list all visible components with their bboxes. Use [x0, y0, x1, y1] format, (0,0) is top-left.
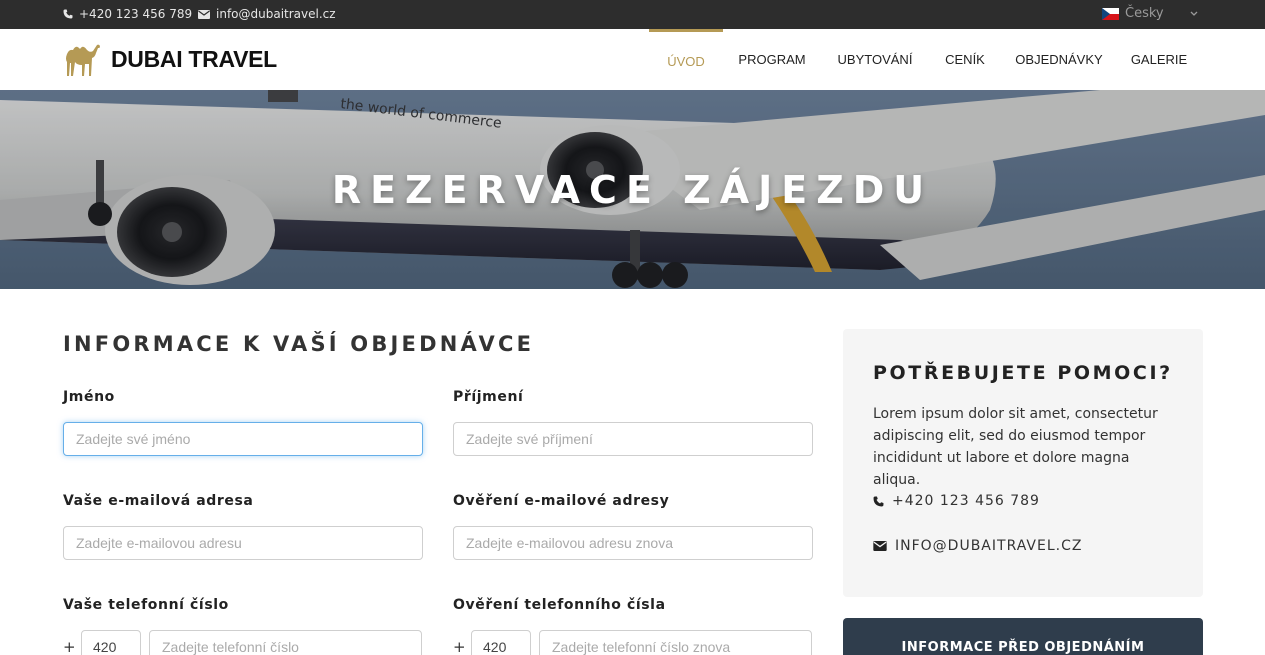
nav-item-galerie[interactable]: GALERIE	[1124, 29, 1194, 90]
topbar-phone-text: +420 123 456 789	[79, 7, 193, 21]
info-title: INFORMACE PŘED OBJEDNÁNÍM	[901, 640, 1145, 655]
phone-icon	[873, 496, 884, 506]
hero-banner: the world of commerce REZERVACE ZÁJEZDU	[0, 90, 1265, 289]
email-input[interactable]	[63, 526, 423, 560]
phone-icon	[63, 9, 73, 19]
envelope-icon	[198, 9, 210, 19]
phone-confirm-prefix: +	[453, 638, 466, 655]
help-phone[interactable]: +420 123 456 789	[873, 493, 1040, 509]
nav-item-objednavky[interactable]: OBJEDNÁVKY	[1010, 29, 1108, 90]
chevron-down-icon	[1190, 11, 1198, 16]
logo[interactable]: DUBAI TRAVEL	[63, 41, 277, 77]
nav-item-cenik[interactable]: CENÍK	[936, 29, 994, 90]
help-text: Lorem ipsum dolor sit amet, consectetur …	[873, 406, 1158, 488]
email-confirm-input[interactable]	[453, 526, 813, 560]
last-name-label: Příjmení	[453, 389, 524, 405]
email-confirm-label: Ověření e-mailové adresy	[453, 493, 670, 509]
topbar-phone[interactable]: +420 123 456 789	[63, 7, 192, 21]
phone-code-input[interactable]: 420	[81, 630, 141, 655]
topbar-email-text: info@dubaitravel.cz	[216, 7, 336, 21]
phone-prefix: +	[63, 638, 76, 655]
help-email[interactable]: INFO@DUBAITRAVEL.CZ	[873, 538, 1082, 554]
nav-item-ubytovani[interactable]: UBYTOVÁNÍ	[829, 29, 921, 90]
phone-input[interactable]	[149, 630, 422, 655]
logo-text: DUBAI TRAVEL	[111, 45, 277, 72]
phone-confirm-label: Ověření telefonního čísla	[453, 597, 666, 613]
top-bar: +420 123 456 789 info@dubaitravel.cz Čes…	[0, 0, 1265, 29]
last-name-input[interactable]	[453, 422, 813, 456]
help-title: POTŘEBUJETE POMOCI?	[873, 362, 1173, 384]
site-header: DUBAI TRAVEL ÚVOD PROGRAM UBYTOVÁNÍ CENÍ…	[0, 29, 1265, 90]
topbar-email[interactable]: info@dubaitravel.cz	[198, 7, 336, 21]
form-title: INFORMACE K VAŠÍ OBJEDNÁVCE	[63, 332, 535, 356]
language-label: Česky	[1125, 6, 1164, 21]
language-selector[interactable]: Česky	[1102, 6, 1198, 21]
nav-item-uvod[interactable]: ÚVOD	[649, 29, 723, 90]
hero-title: REZERVACE ZÁJEZDU	[331, 168, 934, 212]
phone-confirm-input[interactable]	[539, 630, 812, 655]
phone-confirm-code-input[interactable]: 420	[471, 630, 531, 655]
camel-icon	[66, 44, 100, 76]
phone-label: Vaše telefonní číslo	[63, 597, 229, 613]
nav-item-program[interactable]: PROGRAM	[731, 29, 813, 90]
first-name-label: Jméno	[63, 389, 115, 405]
help-phone-text: +420 123 456 789	[892, 493, 1040, 509]
help-email-text: INFO@DUBAITRAVEL.CZ	[895, 538, 1083, 554]
email-label: Vaše e-mailová adresa	[63, 493, 254, 509]
first-name-input[interactable]	[63, 422, 423, 456]
info-box[interactable]: INFORMACE PŘED OBJEDNÁNÍM	[843, 618, 1203, 655]
help-box: POTŘEBUJETE POMOCI? Lorem ipsum dolor si…	[843, 329, 1203, 597]
czech-flag-icon	[1102, 7, 1119, 20]
envelope-icon	[873, 541, 887, 551]
